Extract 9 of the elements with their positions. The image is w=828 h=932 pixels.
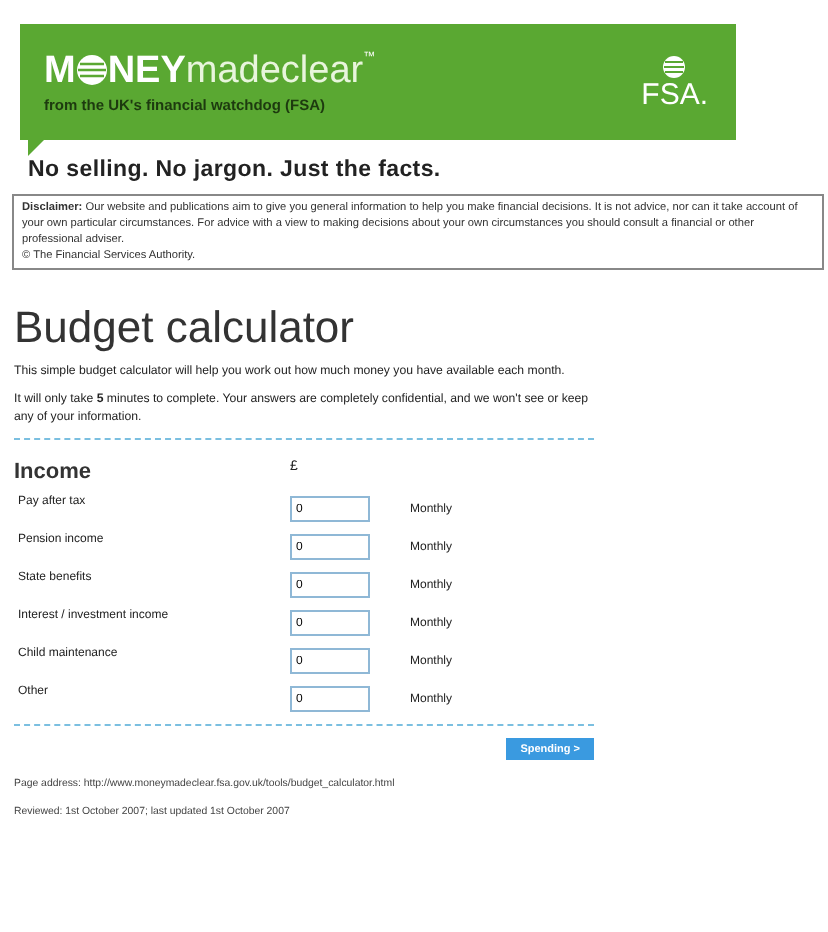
globe-icon <box>75 54 108 86</box>
logo-text: madeclear <box>185 51 364 89</box>
tagline: No selling. No jargon. Just the facts. <box>28 158 443 182</box>
fsa-logo-text: FSA. <box>641 80 708 110</box>
page-title: Budget calculator <box>14 302 356 354</box>
logo-text: NEY <box>107 51 186 89</box>
globe-icon <box>662 54 687 80</box>
logo-text: M <box>44 51 76 89</box>
section-heading: Income <box>14 460 94 484</box>
